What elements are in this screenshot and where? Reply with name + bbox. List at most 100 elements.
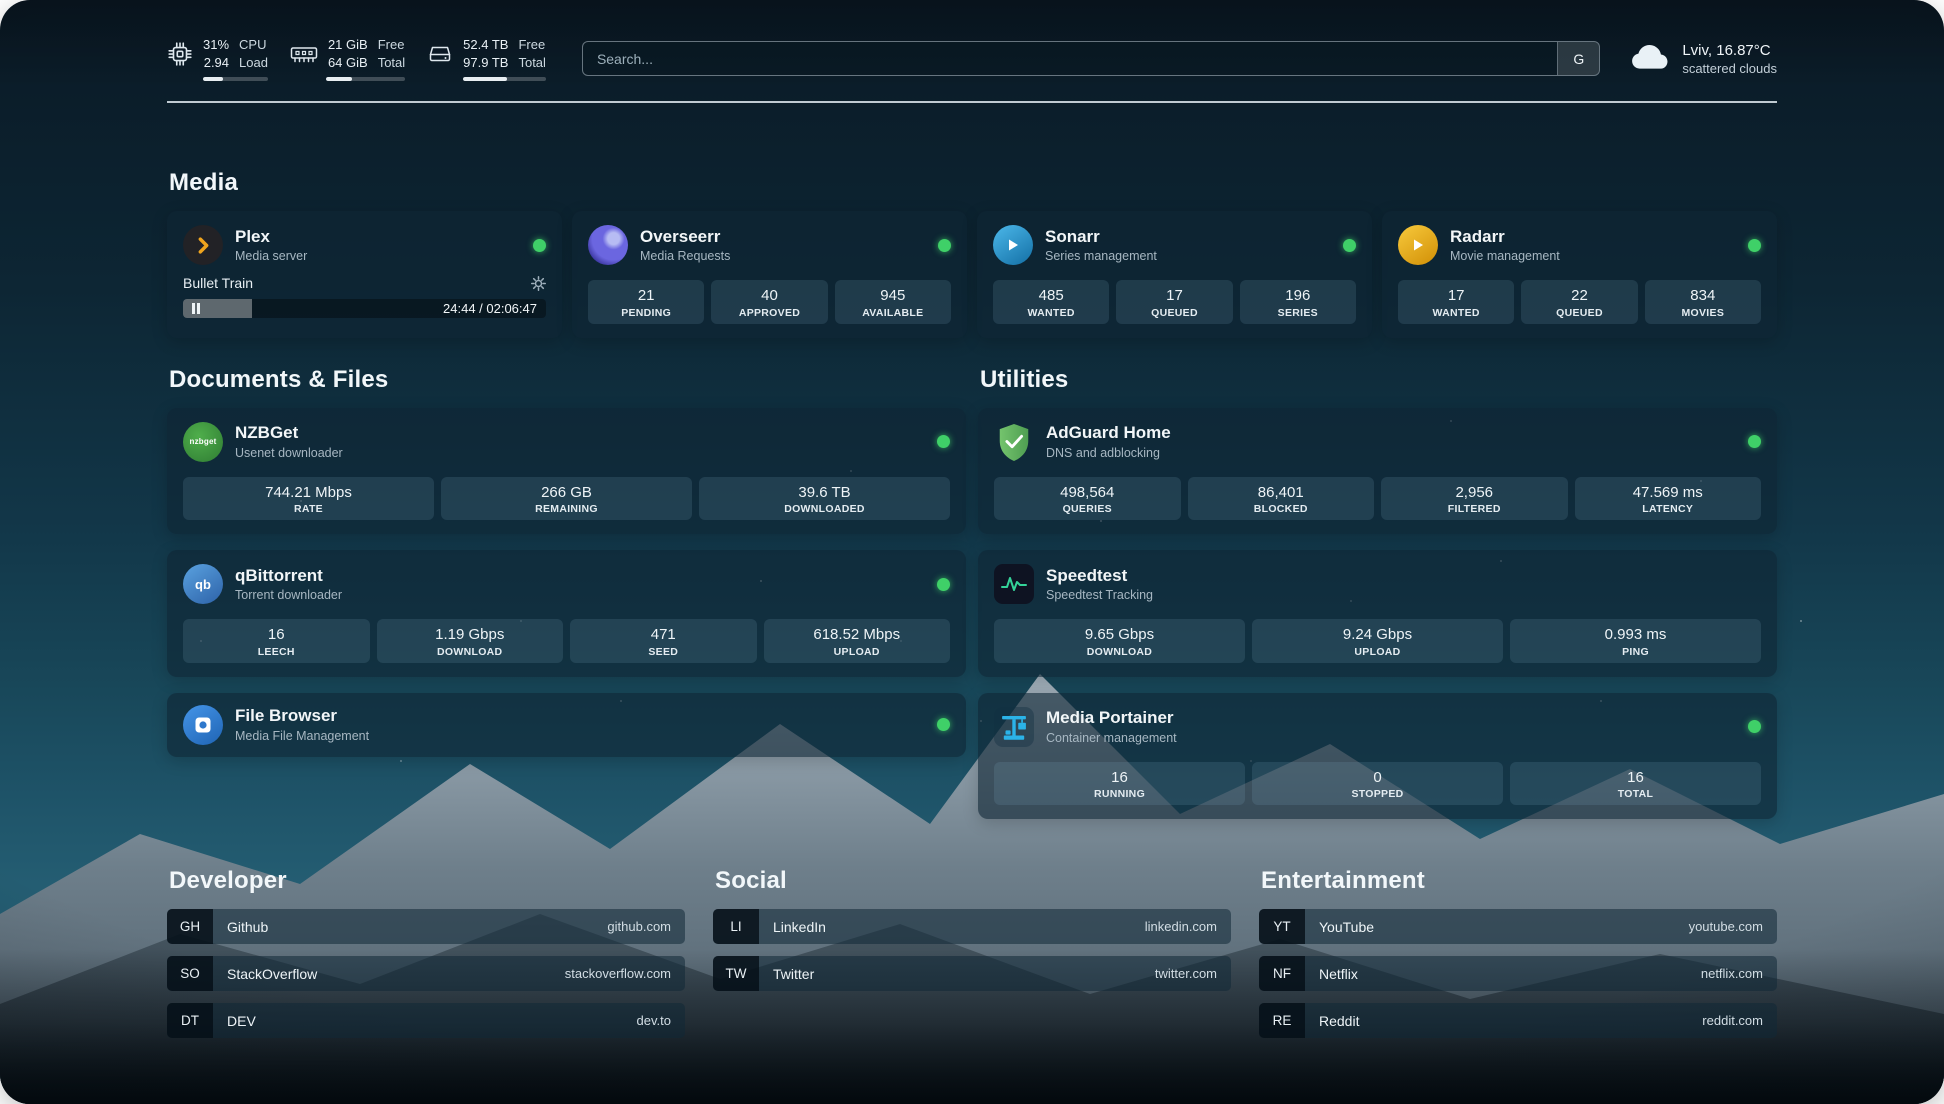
disk-total-value: 97.9 TB [463, 54, 508, 72]
reddit-badge-icon: RE [1259, 1003, 1305, 1038]
app-name: Overseerr [640, 227, 730, 247]
app-subtitle: Movie management [1450, 249, 1560, 263]
playback-progress-bar[interactable]: 24:44 / 02:06:47 [183, 299, 546, 318]
search-input[interactable] [583, 42, 1557, 75]
app-subtitle: Media File Management [235, 729, 369, 743]
stat-box: 16 TOTAL [1510, 762, 1761, 806]
app-card-sonarr[interactable]: Sonarr Series management 485 WANTED 17 Q… [977, 211, 1372, 338]
app-name: Speedtest [1046, 566, 1153, 586]
cpu-usage-bar [203, 77, 268, 81]
app-name: Plex [235, 227, 307, 247]
bookmark-dev[interactable]: DT DEV dev.to [167, 1003, 685, 1038]
stat-box: 266 GB REMAINING [441, 477, 692, 521]
now-playing-title: Bullet Train [183, 275, 253, 291]
qbittorrent-icon: qb [183, 564, 223, 604]
disk-icon [427, 42, 453, 66]
app-subtitle: Series management [1045, 249, 1157, 263]
search-engine-button[interactable]: G [1557, 42, 1599, 75]
app-name: Sonarr [1045, 227, 1157, 247]
stat-box: 0 STOPPED [1252, 762, 1503, 806]
playback-time: 24:44 / 02:06:47 [443, 301, 537, 316]
weather-condition: scattered clouds [1682, 61, 1777, 76]
radarr-icon [1398, 225, 1438, 265]
stat-box: 40 APPROVED [711, 280, 827, 324]
cpu-percent: 31% [203, 36, 229, 54]
app-card-radarr[interactable]: Radarr Movie management 17 WANTED 22 QUE… [1382, 211, 1777, 338]
app-card-nzbget[interactable]: nzbget NZBGet Usenet downloader 744.21 M… [167, 408, 966, 535]
stackoverflow-badge-icon: SO [167, 956, 213, 991]
bookmark-reddit[interactable]: RE Reddit reddit.com [1259, 1003, 1777, 1038]
portainer-crane-icon [994, 707, 1034, 747]
app-name: AdGuard Home [1046, 423, 1171, 443]
stat-box: 47.569 ms LATENCY [1575, 477, 1762, 521]
sonarr-icon [993, 225, 1033, 265]
status-dot [937, 435, 950, 448]
ram-total-value: 64 GiB [328, 54, 368, 72]
settings-gear-icon[interactable] [531, 276, 546, 291]
stat-box: 618.52 Mbps UPLOAD [764, 619, 951, 663]
bookmark-linkedin[interactable]: LI LinkedIn linkedin.com [713, 909, 1231, 944]
app-card-filebrowser[interactable]: File Browser Media File Management [167, 693, 966, 757]
twitter-badge-icon: TW [713, 956, 759, 991]
ram-widget: 21 GiB 64 GiB Free Total [290, 36, 405, 81]
section-title-entertainment: Entertainment [1261, 867, 1777, 895]
app-subtitle: Media server [235, 249, 307, 263]
app-card-overseerr[interactable]: Overseerr Media Requests 21 PENDING 40 A… [572, 211, 967, 338]
overseerr-icon [588, 225, 628, 265]
bookmark-stackoverflow[interactable]: SO StackOverflow stackoverflow.com [167, 956, 685, 991]
stat-box: 196 SERIES [1240, 280, 1356, 324]
app-subtitle: Usenet downloader [235, 446, 343, 460]
disk-usage-bar [463, 77, 546, 81]
netflix-badge-icon: NF [1259, 956, 1305, 991]
stat-box: 744.21 Mbps RATE [183, 477, 434, 521]
ram-free-value: 21 GiB [328, 36, 368, 54]
app-name: Media Portainer [1046, 708, 1177, 728]
app-subtitle: DNS and adblocking [1046, 446, 1171, 460]
stat-box: 834 MOVIES [1645, 280, 1761, 324]
stat-box: 9.24 Gbps UPLOAD [1252, 619, 1503, 663]
status-dot [1748, 435, 1761, 448]
app-card-qbittorrent[interactable]: qb qBittorrent Torrent downloader 16 LEE… [167, 550, 966, 677]
pause-icon[interactable] [192, 303, 200, 314]
cloud-icon [1630, 42, 1670, 75]
linkedin-badge-icon: LI [713, 909, 759, 944]
github-badge-icon: GH [167, 909, 213, 944]
section-utilities: Utilities [978, 366, 1777, 820]
bookmark-youtube[interactable]: YT YouTube youtube.com [1259, 909, 1777, 944]
dev-badge-icon: DT [167, 1003, 213, 1038]
adguard-shield-icon [994, 422, 1034, 462]
stat-box: 16 RUNNING [994, 762, 1245, 806]
stat-box: 39.6 TB DOWNLOADED [699, 477, 950, 521]
filebrowser-icon [183, 705, 223, 745]
ram-icon [290, 42, 318, 66]
stat-box: 485 WANTED [993, 280, 1109, 324]
stat-box: 22 QUEUED [1521, 280, 1637, 324]
stat-box: 498,564 QUERIES [994, 477, 1181, 521]
app-subtitle: Torrent downloader [235, 588, 342, 602]
bookmark-group-entertainment: Entertainment YT YouTube youtube.com NF … [1259, 867, 1777, 1050]
top-bar: 31% 2.94 CPU Load [167, 36, 1777, 81]
ram-label-bottom: Total [378, 54, 405, 72]
stat-box: 17 WANTED [1398, 280, 1514, 324]
app-card-speedtest[interactable]: Speedtest Speedtest Tracking 9.65 Gbps D… [978, 550, 1777, 677]
ram-usage-bar [326, 77, 405, 81]
bookmark-netflix[interactable]: NF Netflix netflix.com [1259, 956, 1777, 991]
nzbget-icon: nzbget [183, 422, 223, 462]
stat-box: 9.65 Gbps DOWNLOAD [994, 619, 1245, 663]
stat-box: 945 AVAILABLE [835, 280, 951, 324]
app-card-adguard[interactable]: AdGuard Home DNS and adblocking 498,564 … [978, 408, 1777, 535]
section-title-utilities: Utilities [980, 366, 1777, 394]
bookmark-twitter[interactable]: TW Twitter twitter.com [713, 956, 1231, 991]
app-name: qBittorrent [235, 566, 342, 586]
section-title-documents: Documents & Files [169, 366, 966, 394]
status-dot [1343, 239, 1356, 252]
app-subtitle: Speedtest Tracking [1046, 588, 1153, 602]
bookmark-github[interactable]: GH Github github.com [167, 909, 685, 944]
status-dot [1748, 239, 1761, 252]
app-card-plex[interactable]: Plex Media server Bullet Train [167, 211, 562, 338]
stat-box: 17 QUEUED [1116, 280, 1232, 324]
stat-box: 0.993 ms PING [1510, 619, 1761, 663]
stat-box: 2,956 FILTERED [1381, 477, 1568, 521]
stat-box: 1.19 Gbps DOWNLOAD [377, 619, 564, 663]
app-card-portainer[interactable]: Media Portainer Container management 16 … [978, 693, 1777, 820]
